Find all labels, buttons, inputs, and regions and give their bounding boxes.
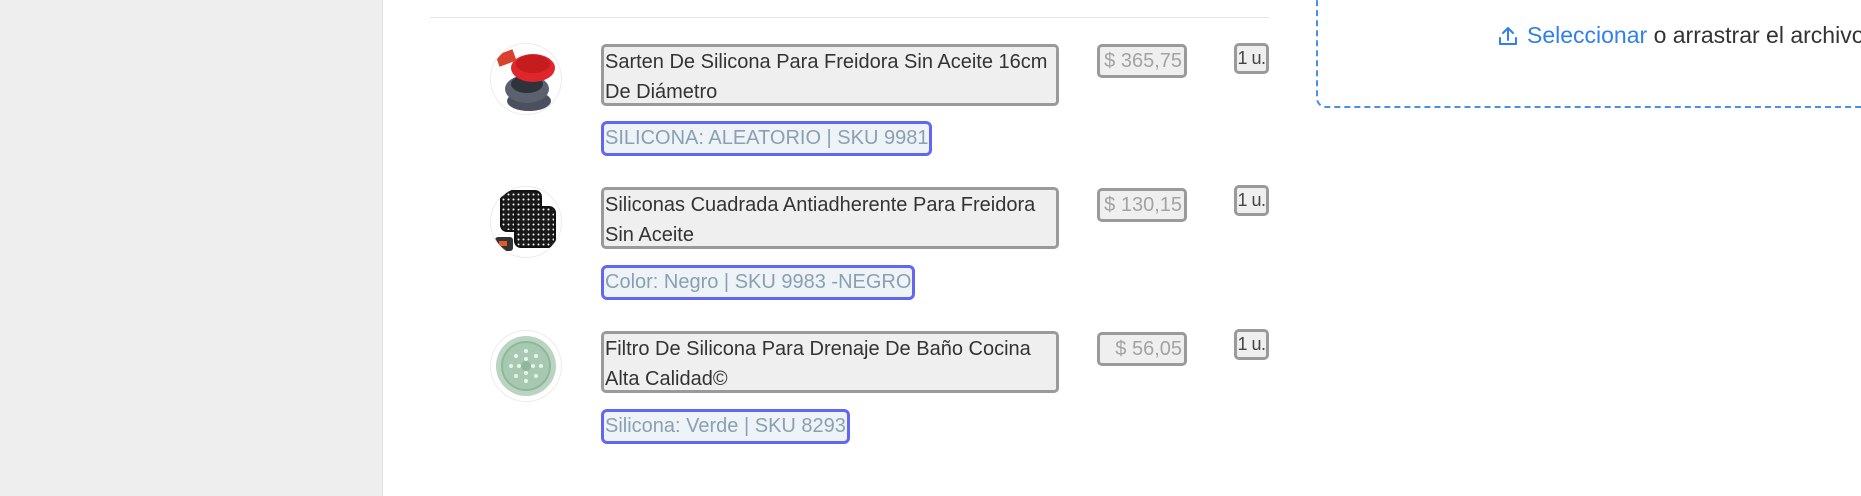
file-dropzone[interactable] (1316, 0, 1861, 108)
drag-text: o arrastrar el archivo (1647, 22, 1861, 48)
left-panel (0, 0, 383, 496)
product-price-field[interactable]: $ 130,15 (1097, 188, 1187, 222)
product-variant-field[interactable]: SILICONA: ALEATORIO | SKU 9981 (601, 121, 933, 156)
product-quantity-field[interactable]: 1 u. (1234, 43, 1269, 74)
product-variant-field[interactable]: Silicona: Verde | SKU 8293 (601, 409, 850, 444)
upload-icon[interactable] (1497, 25, 1519, 47)
product-quantity-field[interactable]: 1 u. (1234, 329, 1269, 360)
product-variant-field[interactable]: Color: Negro | SKU 9983 -NEGRO (601, 265, 916, 300)
product-name-field[interactable]: Sarten De Silicona Para Freidora Sin Ace… (601, 44, 1059, 106)
product-thumbnail (490, 330, 562, 402)
product-name-field[interactable]: Siliconas Cuadrada Antiadherente Para Fr… (601, 187, 1059, 249)
product-name-field[interactable]: Filtro De Silicona Para Drenaje De Baño … (601, 331, 1059, 393)
product-price-field[interactable]: $ 56,05 (1097, 332, 1187, 366)
select-file-link[interactable]: Seleccionar (1527, 22, 1647, 49)
divider (430, 17, 1269, 18)
dropzone-label: Seleccionar o arrastrar el archivo (1497, 22, 1861, 49)
product-quantity-field[interactable]: 1 u. (1234, 185, 1269, 216)
product-thumbnail (490, 43, 562, 115)
product-thumbnail (490, 186, 562, 258)
product-price-field[interactable]: $ 365,75 (1097, 44, 1187, 78)
